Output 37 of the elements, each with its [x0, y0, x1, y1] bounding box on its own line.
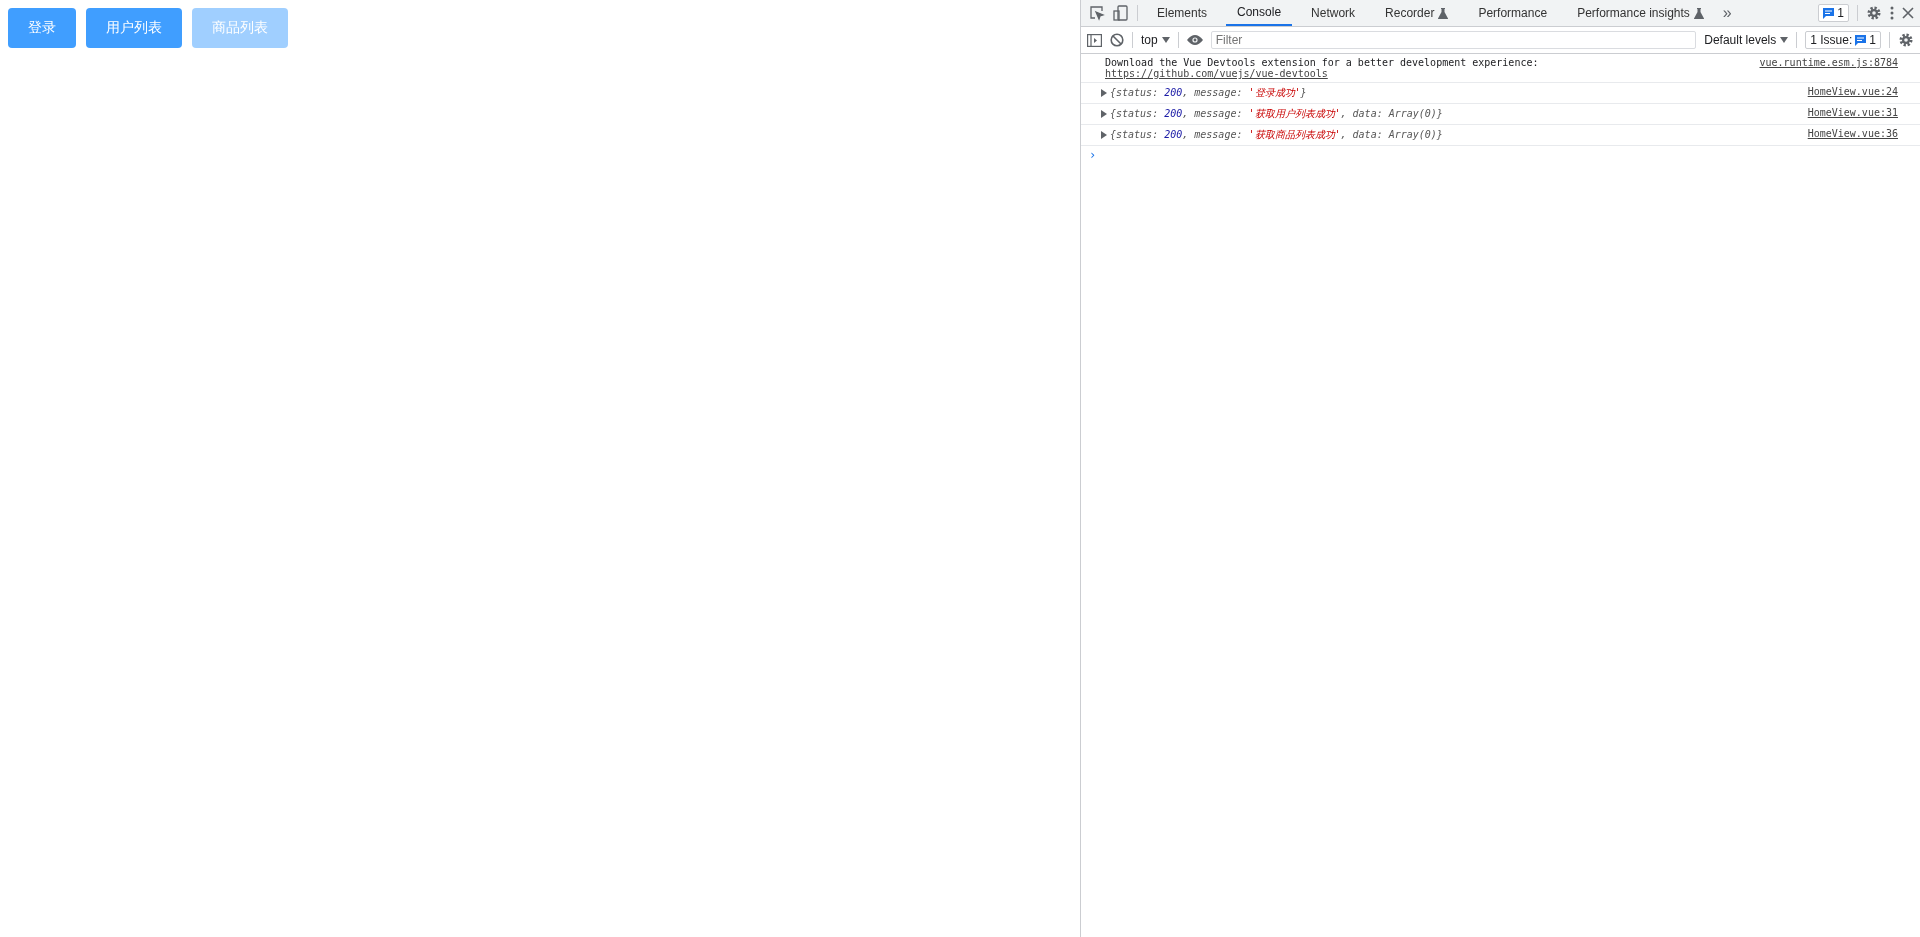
message-icon [1855, 34, 1867, 46]
expand-icon[interactable] [1101, 110, 1107, 118]
levels-dropdown[interactable]: Default levels [1704, 33, 1789, 47]
console-message: Download the Vue Devtools extension for a better development experience: [1105, 57, 1539, 68]
caret-icon [1161, 37, 1170, 43]
issues-button[interactable]: 1 Issue: 1 [1805, 31, 1881, 49]
devtools-tab[interactable]: Elements [1146, 0, 1219, 26]
more-tabs-button[interactable]: » [1722, 4, 1732, 22]
source-link[interactable]: vue.runtime.esm.js:8784 [1759, 57, 1898, 68]
devtools-tab[interactable]: Performance [1467, 0, 1559, 26]
expand-icon[interactable] [1101, 131, 1107, 139]
devtools-tab[interactable]: Network [1300, 0, 1367, 26]
logged-object[interactable]: {status: 200, message: '获取商品列表成功', data: Array(0)} [1110, 128, 1443, 142]
source-link[interactable]: HomeView.vue:24 [1807, 86, 1898, 97]
source-link[interactable]: HomeView.vue:31 [1807, 107, 1898, 118]
message-icon [1823, 7, 1835, 19]
inspect-icon[interactable] [1089, 5, 1105, 21]
kebab-menu-icon[interactable] [1890, 6, 1894, 20]
filter-field[interactable]: Filter [1210, 31, 1697, 49]
caret-icon [1780, 37, 1789, 43]
messages-badge[interactable]: 1 [1818, 4, 1849, 22]
prompt-caret: › [1089, 148, 1097, 162]
source-link[interactable]: HomeView.vue:36 [1807, 128, 1898, 139]
devtools-tab[interactable]: Recorder [1374, 0, 1460, 26]
expand-icon[interactable] [1101, 89, 1107, 97]
logged-object[interactable]: {status: 200, message: '登录成功'} [1110, 86, 1307, 100]
context-dropdown[interactable]: top [1141, 33, 1170, 47]
devtools-tab[interactable]: Performance insights [1566, 0, 1715, 26]
clear-console-icon[interactable] [1110, 33, 1124, 47]
settings-icon[interactable] [1866, 5, 1882, 21]
logged-object[interactable]: {status: 200, message: '获取用户列表成功', data: Array(0)} [1110, 107, 1443, 121]
device-toolbar-icon[interactable] [1113, 5, 1129, 21]
sidebar-toggle-icon[interactable] [1087, 33, 1102, 47]
devtools-link[interactable]: https://github.com/vuejs/vue-devtools [1105, 68, 1539, 79]
settings-icon[interactable] [1898, 32, 1914, 48]
eye-icon[interactable] [1186, 35, 1203, 45]
close-icon[interactable] [1902, 7, 1914, 19]
